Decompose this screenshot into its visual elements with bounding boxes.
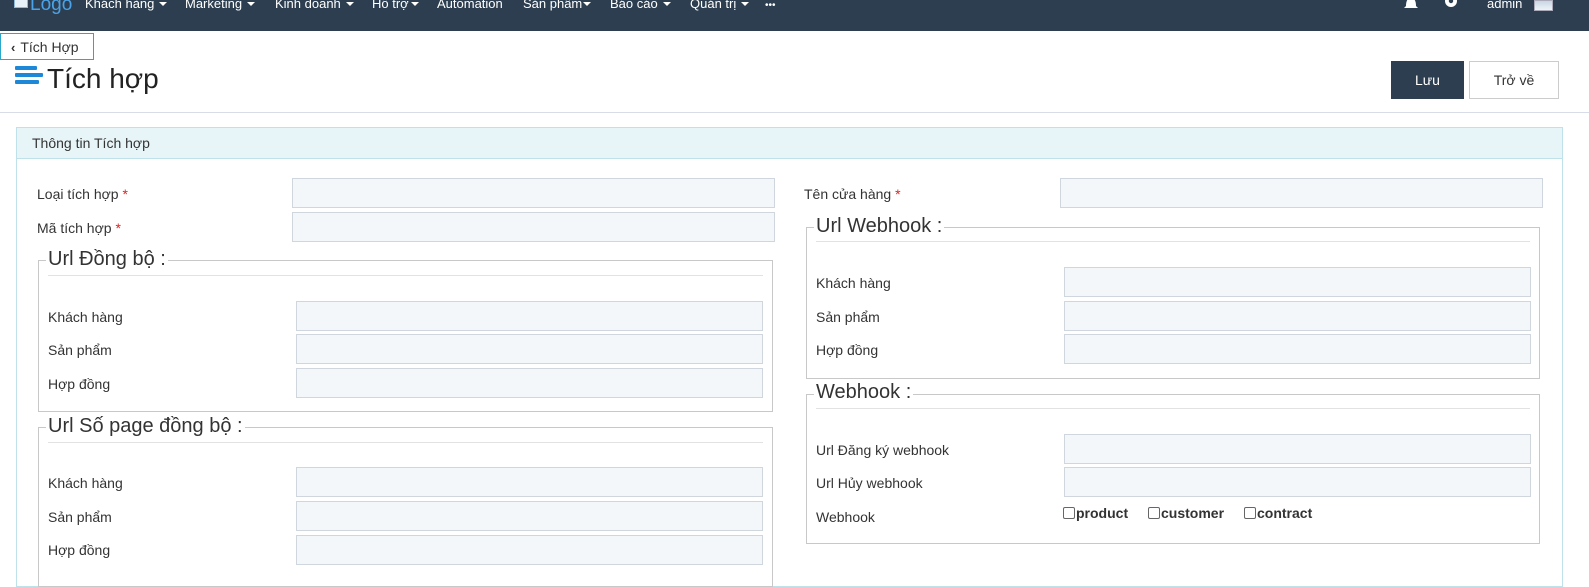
sync-product-label: Sản phẩm <box>48 342 112 358</box>
page-title: Tích hợp <box>47 63 159 94</box>
store-name-label: Tên cửa hàng * <box>804 186 901 202</box>
sync-url-legend: Url Đồng bộ : <box>46 248 168 271</box>
webhook-contract-input[interactable] <box>1064 334 1531 364</box>
checkbox-icon[interactable] <box>1244 507 1256 519</box>
webhook-events-label: Webhook <box>816 509 875 525</box>
bell-icon[interactable] <box>1403 0 1419 14</box>
nav-item-sales[interactable]: Kinh doanh <box>275 0 354 11</box>
nav-item-admin[interactable]: Quản trị <box>690 0 750 11</box>
checkbox-icon[interactable] <box>1148 507 1160 519</box>
page-contract-label: Hợp đồng <box>48 542 111 558</box>
sync-page-url-legend: Url Số page đồng bộ : <box>46 415 245 438</box>
integration-code-input[interactable] <box>292 212 775 242</box>
caret-down-icon <box>345 2 354 6</box>
caret-down-icon <box>741 2 750 6</box>
legend-underline <box>816 408 1530 409</box>
integration-type-input[interactable] <box>292 178 775 208</box>
sync-product-input[interactable] <box>296 334 763 364</box>
caret-down-icon <box>662 2 671 6</box>
top-navbar: Logo Khách hàng Marketing Kinh doanh Hỗ … <box>0 0 1589 31</box>
register-webhook-label: Url Đăng ký webhook <box>816 442 950 458</box>
nav-item-support[interactable]: Hỗ trợ <box>372 0 419 11</box>
legend-underline <box>816 241 1530 242</box>
chevron-left-icon: ‹ <box>11 40 16 55</box>
nav-item-automation[interactable]: Automation <box>437 0 503 11</box>
breadcrumb-back[interactable]: ‹ Tích Hợp <box>0 33 94 60</box>
webhook-product-input[interactable] <box>1064 301 1531 331</box>
broken-image-icon <box>14 0 28 8</box>
user-menu[interactable]: admin <box>1487 0 1522 11</box>
webhook-product-label: Sản phẩm <box>816 309 880 325</box>
sync-customer-input[interactable] <box>296 301 763 331</box>
sync-contract-label: Hợp đồng <box>48 376 111 392</box>
back-button[interactable]: Trở về <box>1469 61 1559 99</box>
cancel-webhook-label: Url Hủy webhook <box>816 475 923 491</box>
caret-down-icon <box>247 2 256 6</box>
caret-down-icon <box>583 2 592 6</box>
page-customer-input[interactable] <box>296 467 763 497</box>
caret-down-icon <box>410 2 419 6</box>
language-flag-icon[interactable] <box>1534 0 1553 11</box>
caret-down-icon <box>159 2 168 6</box>
page-contract-input[interactable] <box>296 535 763 565</box>
page-product-input[interactable] <box>296 501 763 531</box>
page-product-label: Sản phẩm <box>48 509 112 525</box>
webhook-customer-input[interactable] <box>1064 267 1531 297</box>
nav-item-reports[interactable]: Báo cáo <box>610 0 671 11</box>
webhook-url-legend: Url Webhook : <box>814 215 945 238</box>
legend-underline <box>48 275 763 276</box>
logo[interactable]: Logo <box>14 0 72 16</box>
register-webhook-input[interactable] <box>1064 434 1531 464</box>
panel-heading: Thông tin Tích hợp <box>17 128 1562 159</box>
page-customer-label: Khách hàng <box>48 475 123 491</box>
divider <box>0 112 1589 113</box>
webhook-product-checkbox[interactable]: product <box>1063 505 1128 521</box>
nav-item-customers[interactable]: Khách hàng <box>85 0 168 11</box>
webhook-customer-label: Khách hàng <box>816 275 891 291</box>
integration-type-label: Loại tích hợp * <box>37 186 128 202</box>
nav-item-products[interactable]: Sản phẩm <box>523 0 592 11</box>
integration-code-label: Mã tích hợp * <box>37 220 121 236</box>
webhook-legend: Webhook : <box>814 381 914 404</box>
nav-item-marketing[interactable]: Marketing <box>185 0 256 11</box>
webhook-contract-label: Hợp đồng <box>816 342 879 358</box>
checkbox-icon[interactable] <box>1063 507 1075 519</box>
more-menu-icon[interactable]: ••• <box>765 0 776 11</box>
store-name-input[interactable] <box>1060 178 1543 208</box>
gear-icon[interactable] <box>1443 0 1459 14</box>
webhook-customer-checkbox[interactable]: customer <box>1148 505 1224 521</box>
legend-underline <box>48 442 763 443</box>
cancel-webhook-input[interactable] <box>1064 467 1531 497</box>
save-button[interactable]: Lưu <box>1391 61 1464 99</box>
logo-alt-text: Logo <box>30 0 73 15</box>
sync-contract-input[interactable] <box>296 368 763 398</box>
webhook-contract-checkbox[interactable]: contract <box>1244 505 1312 521</box>
list-icon <box>15 66 43 90</box>
sync-customer-label: Khách hàng <box>48 309 123 325</box>
